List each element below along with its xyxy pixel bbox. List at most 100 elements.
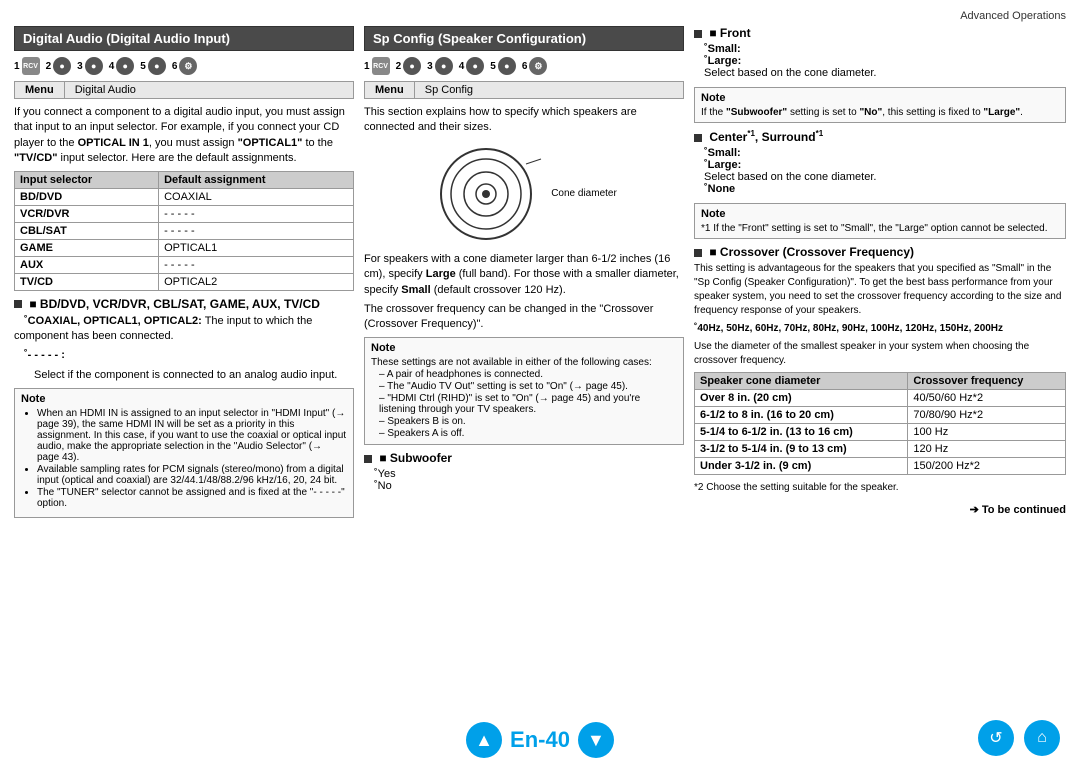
subwoofer-title: ■ Subwoofer [364,451,684,465]
step-4-icon: ● [116,57,134,75]
crossover-table-header-freq: Crossover frequency [908,373,1066,390]
front-large: ˚Large: [694,55,1066,67]
bd-dvd-subsection: ■ BD/DVD, VCR/DVR, CBL/SAT, GAME, AUX, T… [14,297,354,384]
step-num-3: 3 [77,61,83,72]
step-2-icon: ● [53,57,71,75]
crossover-table-row: 5-1/4 to 6-1/2 in. (13 to 16 cm)100 Hz [695,424,1066,441]
mid-step-5-icon: ● [498,57,516,75]
dash-option: ˚- - - - - : [14,348,354,363]
table-cell-default: - - - - - [159,222,354,239]
front-square-icon [694,30,702,38]
dash-option-text: Select if the component is connected to … [14,368,354,383]
page-number: En-40 [510,727,570,753]
center-small: ˚Small: [694,147,1066,159]
left-note-box: Note When an HDMI IN is assigned to an i… [14,388,354,518]
home-button[interactable]: ⌂ [1024,720,1060,756]
table-row: VCR/DVR- - - - - [15,205,354,222]
subwoofer-section: ■ Subwoofer ˚Yes ˚No [364,451,684,492]
footer-right: ↺ ⌂ [978,720,1060,756]
cone-label: Cone diameter [551,188,617,199]
crossover-table-row: 3-1/2 to 5-1/4 in. (9 to 13 cm)120 Hz [695,441,1066,458]
crossover-table: Speaker cone diameter Crossover frequenc… [694,372,1066,475]
table-cell-input: BD/DVD [15,188,159,205]
left-menu-bar: Menu Digital Audio [14,81,354,99]
crossover-intro: This setting is advantageous for the spe… [694,262,1066,318]
page: Advanced Operations Digital Audio (Digit… [0,0,1080,764]
left-note-item: When an HDMI IN is assigned to an input … [37,408,347,463]
step-num-4: 4 [109,61,115,72]
mid-step-6-icon: ⚙ [529,57,547,75]
back-button[interactable]: ↺ [978,720,1014,756]
left-note-title: Note [21,393,347,405]
coaxial-option: ˚COAXIAL, OPTICAL1, OPTICAL2: The input … [14,314,354,345]
step-receiver-icon: RCV [22,57,40,75]
black-square-icon [14,300,22,308]
subwoofer-square-icon [364,455,372,463]
table-header-input: Input selector [15,171,159,188]
mid-menu-label: Menu [365,82,415,98]
top-label: Advanced Operations [14,10,1066,22]
mid-step-receiver-icon: RCV [372,57,390,75]
mid-step-num-3: 3 [427,61,433,72]
table-cell-input: AUX [15,256,159,273]
center-none: ˚None [694,183,1066,195]
center-large: ˚Large: [694,159,1066,171]
right-column: ■ Front ˚Small: ˚Large: Select based on … [694,26,1066,714]
table-cell-input: TV/CD [15,273,159,290]
crossover-cell-freq: 150/200 Hz*2 [908,458,1066,475]
mid-section-title: Sp Config (Speaker Configuration) [364,26,684,51]
next-page-button[interactable]: ▼ [578,722,614,758]
front-small: ˚Small: [694,43,1066,55]
crossover-section: ■ Crossover (Crossover Frequency) This s… [694,245,1066,495]
center-surround-section: Center*1, Surround*1 ˚Small: ˚Large: Sel… [694,129,1066,195]
right-note1: Note If the "Subwoofer" setting is set t… [694,87,1066,123]
table-cell-input: VCR/DVR [15,205,159,222]
mid-cone-text2: The crossover frequency can be changed i… [364,302,684,333]
table-cell-input: CBL/SAT [15,222,159,239]
crossover-table-header-diameter: Speaker cone diameter [695,373,908,390]
crossover-cell-diameter: Under 3-1/2 in. (9 cm) [695,458,908,475]
mid-note-item: – The "Audio TV Out" setting is set to "… [371,381,677,392]
to-be-continued: ➔ To be continued [694,503,1066,516]
crossover-footnote: *2 Choose the setting suitable for the s… [694,481,1066,495]
table-row: GAMEOPTICAL1 [15,239,354,256]
table-cell-default: - - - - - [159,205,354,222]
crossover-cell-freq: 120 Hz [908,441,1066,458]
left-menu-label: Menu [15,82,65,98]
table-cell-input: GAME [15,239,159,256]
crossover-cell-diameter: Over 8 in. (20 cm) [695,390,908,407]
front-section: ■ Front ˚Small: ˚Large: Select based on … [694,26,1066,79]
mid-menu-bar: Menu Sp Config [364,81,684,99]
center-square-icon [694,134,702,142]
mid-note-item: – Speakers B is on. [371,416,677,427]
crossover-cell-diameter: 5-1/4 to 6-1/2 in. (13 to 16 cm) [695,424,908,441]
left-section-title: Digital Audio (Digital Audio Input) [14,26,354,51]
front-select-text: Select based on the cone diameter. [694,67,1066,79]
mid-step-num-5: 5 [490,61,496,72]
crossover-freq-label: ˚40Hz, 50Hz, 60Hz, 70Hz, 80Hz, 90Hz, 100… [694,322,1066,336]
right-note2: Note *1 If the "Front" setting is set to… [694,203,1066,239]
table-header-default: Default assignment [159,171,354,188]
table-cell-default: OPTICAL2 [159,273,354,290]
step-5-icon: ● [148,57,166,75]
crossover-cell-diameter: 6-1/2 to 8 in. (16 to 20 cm) [695,407,908,424]
table-row: TV/CDOPTICAL2 [15,273,354,290]
table-cell-default: OPTICAL1 [159,239,354,256]
crossover-cell-freq: 100 Hz [908,424,1066,441]
crossover-table-row: 6-1/2 to 8 in. (16 to 20 cm)70/80/90 Hz*… [695,407,1066,424]
center-surround-title: Center*1, Surround*1 [694,129,1066,144]
left-note-list: When an HDMI IN is assigned to an input … [21,408,347,509]
left-column: Digital Audio (Digital Audio Input) 1 RC… [14,26,354,714]
mid-step-num-1: 1 [364,61,370,72]
right-note2-text: *1 If the "Front" setting is set to "Sma… [701,223,1059,234]
step-num-1: 1 [14,61,20,72]
crossover-title: ■ Crossover (Crossover Frequency) [694,245,1066,259]
mid-column: Sp Config (Speaker Configuration) 1 RCV … [364,26,684,714]
mid-intro: This section explains how to specify whi… [364,105,684,136]
left-note-item: The "TUNER" selector cannot be assigned … [37,487,347,509]
cone-diagram [431,144,551,244]
right-note2-title: Note [701,208,1059,220]
subwoofer-yes: ˚Yes [364,468,684,480]
left-steps-row: 1 RCV 2 ● 3 ● 4 ● 5 ● 6 ⚙ [14,57,354,75]
prev-page-button[interactable]: ▲ [466,722,502,758]
